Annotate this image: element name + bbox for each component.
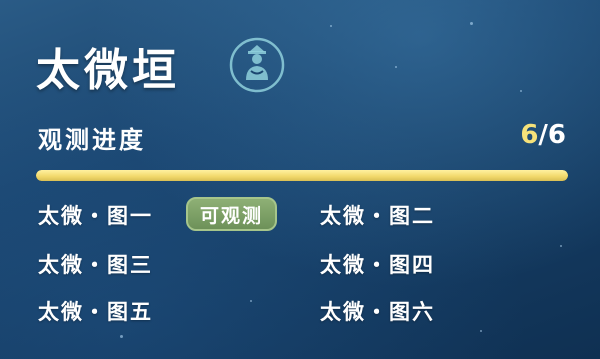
observation-progress-count: 6/6 <box>520 120 566 150</box>
star-decoration <box>560 245 562 247</box>
star-decoration <box>480 330 482 332</box>
observation-progress-bar <box>36 170 568 181</box>
progress-separator: / <box>538 120 548 150</box>
star-decoration <box>395 66 397 68</box>
star-decoration <box>520 90 522 92</box>
star-chart-4[interactable]: 太微・图四 <box>320 249 435 279</box>
star-decoration <box>330 25 332 27</box>
star-chart-1[interactable]: 太微・图一 <box>38 200 153 230</box>
immortal-figure-emblem-icon <box>229 37 285 93</box>
progress-current: 6 <box>520 120 539 150</box>
star-chart-3[interactable]: 太微・图三 <box>38 249 153 279</box>
observable-badge[interactable]: 可观测 <box>186 197 278 231</box>
constellation-title: 太微垣 <box>36 45 180 96</box>
progress-total: 6 <box>547 120 566 150</box>
observation-progress-label: 观测进度 <box>38 126 146 154</box>
star-chart-6[interactable]: 太微・图六 <box>320 296 435 326</box>
star-decoration <box>120 335 123 338</box>
constellation-panel: 太微垣 观测进度 6/6 太微・图一 可观测 太微・图二 太微・图三 太微・图四… <box>0 0 600 359</box>
star-chart-2[interactable]: 太微・图二 <box>320 200 435 230</box>
star-chart-5[interactable]: 太微・图五 <box>38 296 153 326</box>
observation-progress-fill <box>36 170 568 181</box>
star-decoration <box>470 22 473 25</box>
star-decoration <box>250 300 252 302</box>
